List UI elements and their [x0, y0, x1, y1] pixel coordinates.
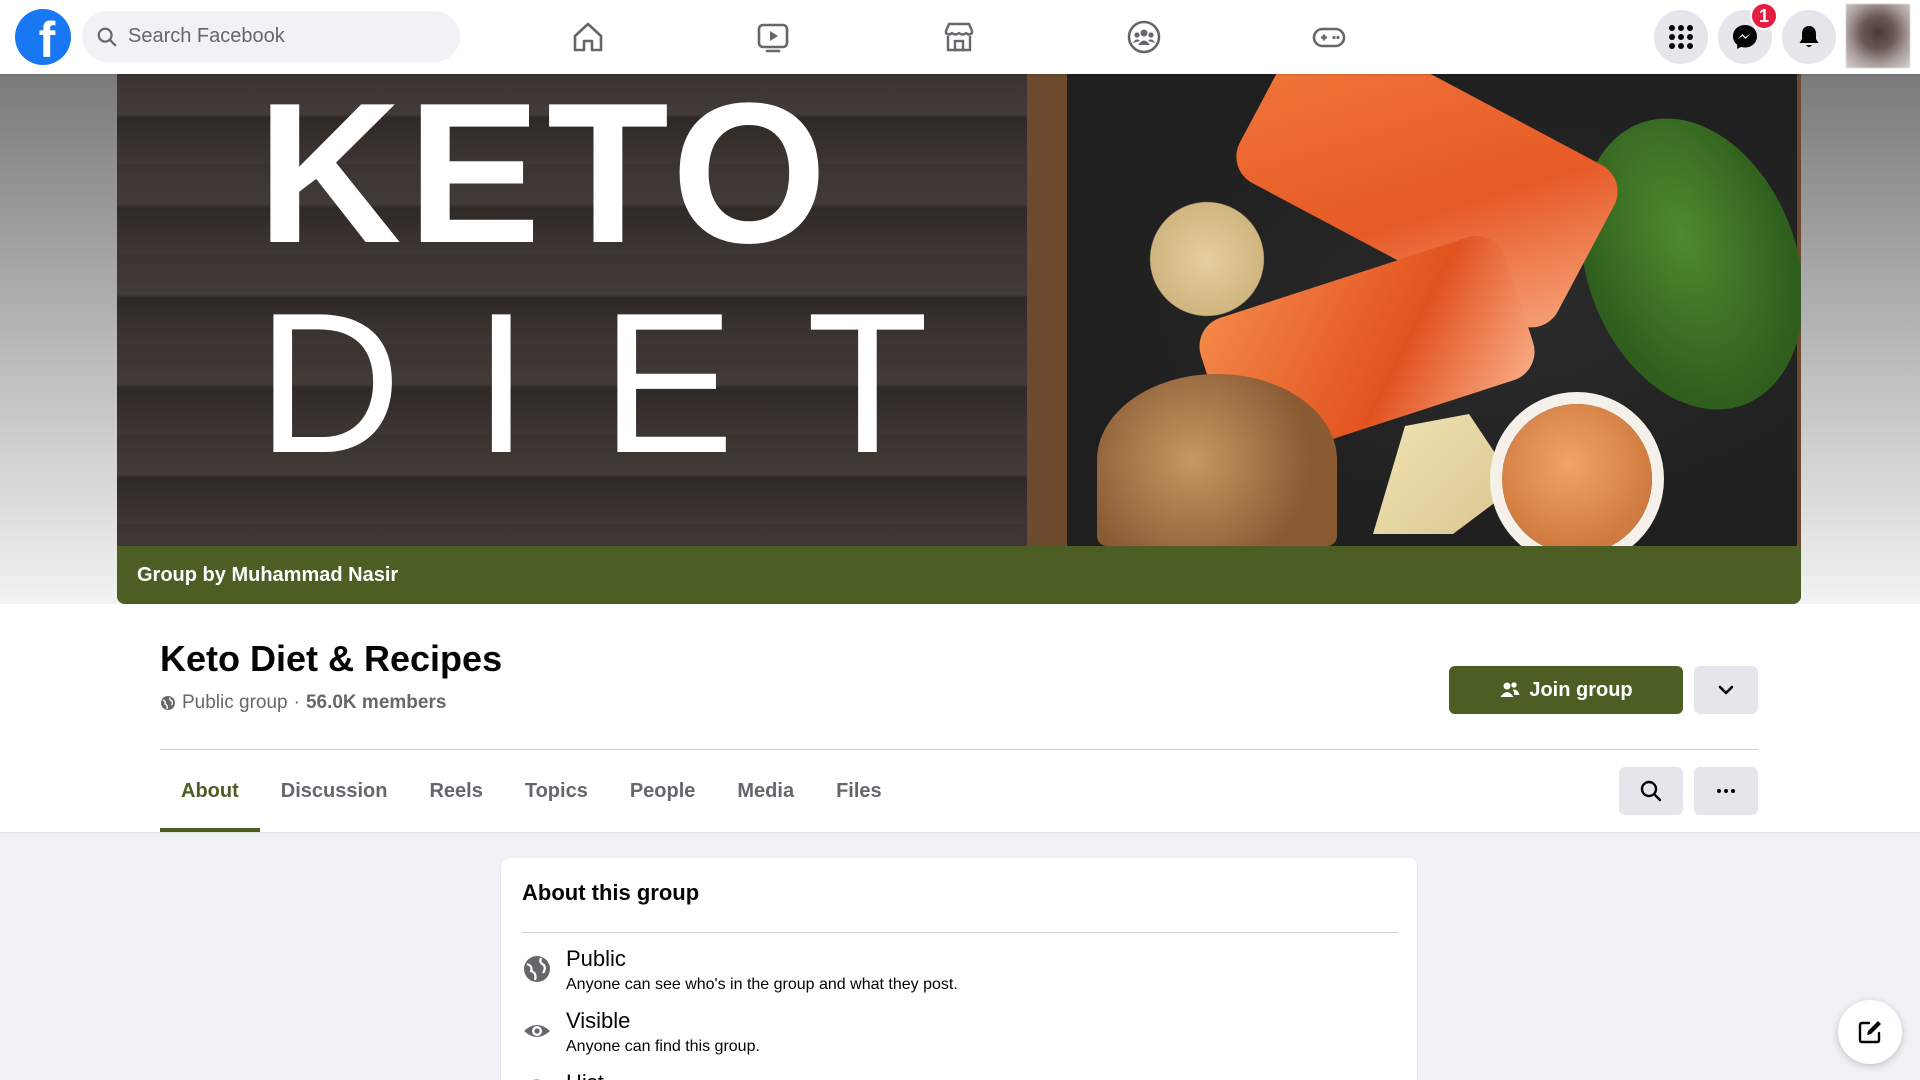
- group-meta: Public group · 56.0K members: [160, 692, 446, 714]
- cover-title-diet: DIET: [257, 272, 1001, 495]
- search-box[interactable]: [82, 11, 460, 62]
- join-group-label: Join group: [1529, 678, 1633, 701]
- chevron-down-icon: [1718, 685, 1734, 695]
- compose-icon: [1858, 1021, 1881, 1044]
- group-by-bar: Group by Muhammad Nasir: [117, 546, 1801, 604]
- about-item-public: Public Anyone can see who's in the group…: [522, 946, 958, 994]
- group-members-count[interactable]: 56.0K members: [306, 692, 446, 714]
- join-group-button[interactable]: Join group: [1449, 666, 1683, 714]
- tab-label: Reels: [429, 779, 483, 802]
- grid-menu-icon: [1669, 25, 1693, 49]
- profile-avatar[interactable]: [1846, 4, 1910, 68]
- nav-groups[interactable]: [1121, 14, 1167, 60]
- group-name: Keto Diet & Recipes: [160, 638, 503, 679]
- tab-files[interactable]: Files: [815, 750, 903, 832]
- top-navigation-bar: f 1: [0, 0, 1920, 74]
- tab-people[interactable]: People: [609, 750, 717, 832]
- about-item-title: Hist: [566, 1070, 604, 1080]
- globe-icon: [161, 696, 175, 710]
- cover-photo[interactable]: KETO DIET Group by Muhammad Nasir: [117, 74, 1801, 604]
- about-item-title: Visible: [566, 1008, 631, 1033]
- tab-media[interactable]: Media: [716, 750, 815, 832]
- menu-button[interactable]: [1654, 10, 1708, 64]
- about-item-desc: Anyone can see who's in the group and wh…: [566, 976, 958, 993]
- about-item-title: Public: [566, 946, 626, 971]
- group-privacy[interactable]: Public group: [182, 692, 288, 714]
- about-card: About this group Public Anyone can see w…: [501, 858, 1417, 1080]
- tab-label: Files: [836, 779, 882, 802]
- tab-label: About: [181, 779, 239, 802]
- egg: [1502, 404, 1652, 554]
- tab-reels[interactable]: Reels: [408, 750, 503, 832]
- group-by-text[interactable]: Group by Muhammad Nasir: [137, 564, 398, 587]
- about-title: About this group: [522, 880, 700, 905]
- facebook-logo-letter: f: [38, 12, 56, 65]
- home-icon: [573, 22, 603, 52]
- more-dots-icon: [1717, 789, 1735, 793]
- about-divider: [522, 932, 1398, 933]
- nut-bowl: [1097, 374, 1337, 546]
- bell-icon: [1799, 26, 1819, 47]
- tab-label: Media: [737, 779, 795, 802]
- nav-marketplace[interactable]: [936, 14, 982, 60]
- about-item-history: Hist: [522, 1070, 604, 1080]
- tab-discussion[interactable]: Discussion: [260, 750, 409, 832]
- tab-topics[interactable]: Topics: [504, 750, 609, 832]
- search-icon: [97, 27, 117, 46]
- globe-icon: [524, 956, 550, 982]
- more-options-button[interactable]: [1694, 767, 1758, 815]
- about-item-visible: Visible Anyone can find this group.: [522, 1008, 760, 1056]
- nav-gaming[interactable]: [1306, 14, 1352, 60]
- messenger-button[interactable]: 1: [1718, 2, 1778, 64]
- tab-label: Topics: [524, 779, 588, 802]
- group-tabs: About Discussion Reels Topics People Med…: [160, 750, 903, 832]
- search-input[interactable]: [128, 25, 428, 48]
- facebook-logo[interactable]: f: [15, 9, 71, 65]
- tab-label: Discussion: [280, 779, 388, 802]
- tab-label: People: [629, 779, 696, 802]
- nav-watch[interactable]: [750, 14, 796, 60]
- search-icon: [1640, 780, 1662, 802]
- new-message-button[interactable]: [1838, 1000, 1902, 1064]
- group-options-dropdown[interactable]: [1694, 666, 1758, 714]
- tab-about[interactable]: About: [160, 750, 260, 832]
- cover-background: KETO DIET Group by Muhammad Nasir: [0, 74, 1920, 604]
- about-item-desc: Anyone can find this group.: [566, 1038, 760, 1055]
- watch-icon: [757, 23, 789, 53]
- eye-icon: [524, 1025, 550, 1037]
- group-header: Keto Diet & Recipes Public group · 56.0K…: [0, 604, 1920, 832]
- groups-icon: [1127, 20, 1161, 54]
- cover-title-keto: KETO: [257, 74, 833, 285]
- gaming-icon: [1312, 27, 1346, 48]
- group-search-button[interactable]: [1619, 767, 1683, 815]
- marketplace-icon: [944, 22, 974, 52]
- messenger-badge: 1: [1750, 2, 1778, 30]
- cover-image: KETO DIET: [117, 74, 1801, 554]
- notifications-button[interactable]: [1782, 10, 1836, 64]
- nav-home[interactable]: [565, 14, 611, 60]
- meta-separator: ·: [293, 692, 300, 713]
- join-group-icon: [1500, 682, 1520, 697]
- nuts-cluster: [1137, 184, 1277, 334]
